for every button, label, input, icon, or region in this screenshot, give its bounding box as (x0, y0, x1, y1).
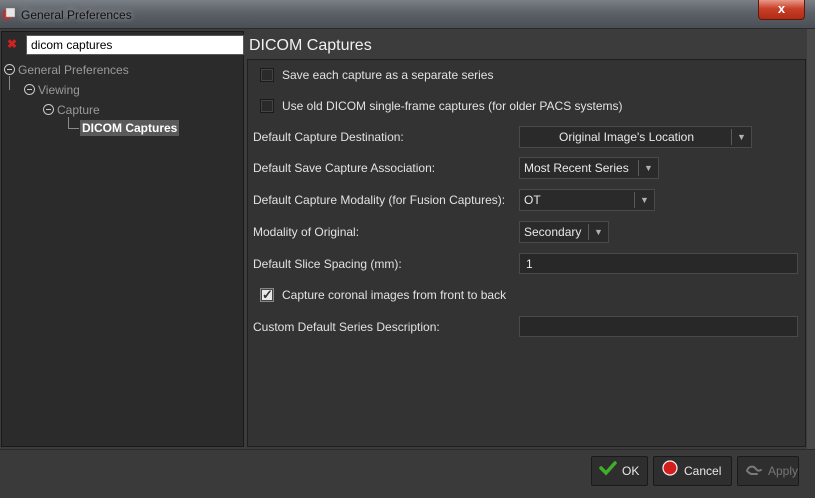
ok-button[interactable]: OK (591, 456, 648, 486)
apply-label: Apply (768, 464, 799, 478)
separate-series-label: Save each capture as a separate series (282, 68, 494, 82)
series-description-input[interactable] (519, 316, 798, 337)
series-description-label: Custom Default Series Description: (253, 320, 440, 334)
coronal-label: Capture coronal images from front to bac… (282, 288, 507, 302)
old-dicom-checkbox[interactable] (260, 99, 274, 113)
tree-item-label: General Preferences (18, 63, 129, 77)
original-modality-label: Modality of Original: (253, 225, 360, 239)
collapse-icon[interactable] (4, 64, 15, 75)
tree-item-label: Capture (57, 103, 100, 117)
window-title: General Preferences (21, 8, 132, 22)
collapse-icon[interactable] (24, 84, 35, 95)
chevron-down-icon: ▼ (588, 224, 608, 240)
tree-item-dicom-captures[interactable]: DICOM Captures (80, 120, 180, 136)
chevron-down-icon: ▼ (638, 160, 658, 176)
original-modality-select[interactable]: Secondary ▼ (519, 221, 609, 243)
destination-label: Default Capture Destination: (253, 130, 404, 144)
close-button[interactable]: x (758, 0, 805, 20)
tree-connector (68, 128, 79, 129)
slice-spacing-label: Default Slice Spacing (mm): (253, 257, 402, 271)
modality-select[interactable]: OT ▼ (519, 189, 655, 211)
apply-icon (744, 458, 764, 486)
chevron-down-icon: ▼ (634, 192, 654, 208)
tree-item-general-preferences[interactable]: General Preferences (4, 63, 129, 77)
preferences-tree-panel: ✖ General Preferences Viewing Capture DI… (1, 31, 244, 447)
modality-value: OT (524, 193, 541, 207)
title-bar: General Preferences x (0, 0, 815, 29)
ok-label: OK (622, 464, 640, 478)
separate-series-checkbox[interactable] (260, 68, 274, 82)
checkmark-icon (598, 458, 618, 486)
apply-button[interactable]: Apply (737, 456, 799, 486)
tree-item-capture[interactable]: Capture (43, 103, 100, 117)
original-modality-value: Secondary (524, 225, 582, 239)
tree-item-viewing[interactable]: Viewing (24, 83, 80, 97)
association-value: Most Recent Series (524, 161, 629, 175)
association-label: Default Save Capture Association: (253, 161, 436, 175)
window-edge (807, 29, 815, 498)
destination-value: Original Image's Location (558, 130, 695, 144)
search-input[interactable] (26, 35, 244, 55)
app-icon (3, 8, 15, 19)
clear-search-icon[interactable]: ✖ (7, 37, 17, 51)
page-title: DICOM Captures (249, 37, 372, 54)
tree-item-label: Viewing (38, 83, 80, 97)
slice-spacing-input[interactable]: 1 (519, 253, 798, 274)
cancel-icon (660, 458, 680, 486)
cancel-button[interactable]: Cancel (653, 456, 732, 486)
tree-connector (9, 76, 10, 90)
destination-select[interactable]: Original Image's Location ▼ (519, 126, 752, 148)
coronal-checkbox[interactable] (260, 287, 274, 303)
association-select[interactable]: Most Recent Series ▼ (519, 157, 659, 179)
dialog-footer: OK Cancel Apply (0, 449, 815, 498)
modality-label: Default Capture Modality (for Fusion Cap… (253, 193, 506, 207)
settings-panel: Save each capture as a separate series U… (247, 59, 806, 447)
cancel-label: Cancel (684, 464, 722, 478)
collapse-icon[interactable] (43, 104, 54, 115)
old-dicom-label: Use old DICOM single-frame captures (for… (282, 99, 623, 113)
chevron-down-icon: ▼ (731, 129, 751, 145)
